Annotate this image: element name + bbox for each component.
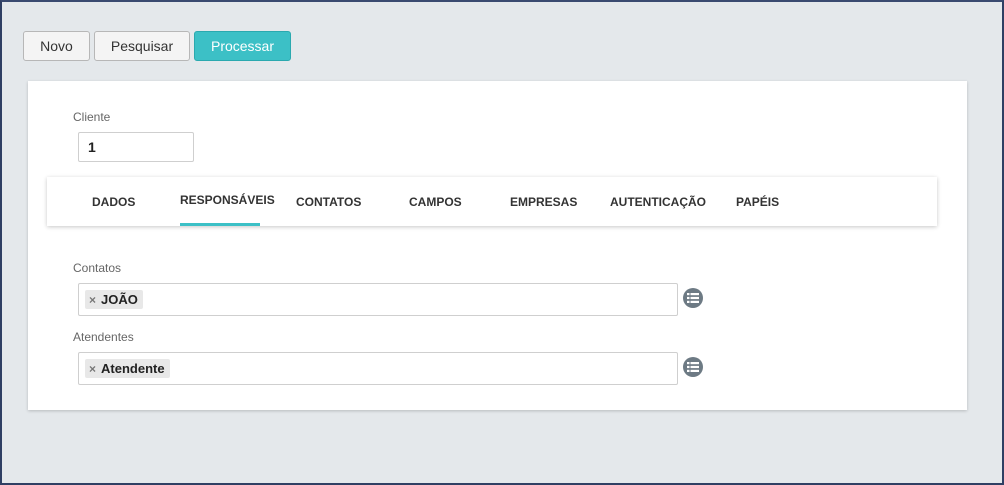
tab-dados[interactable]: DADOS: [92, 177, 135, 226]
cliente-label: Cliente: [73, 110, 111, 124]
tab-responsaveis[interactable]: RESPONSÁVEIS: [180, 177, 275, 226]
toolbar: Novo Pesquisar Processar: [23, 31, 291, 61]
tab-bar: DADOS RESPONSÁVEIS CONTATOS CAMPOS EMPRE…: [47, 177, 937, 226]
close-icon[interactable]: ×: [89, 362, 96, 376]
contatos-field[interactable]: × JOÃO: [78, 283, 678, 316]
processar-button[interactable]: Processar: [194, 31, 291, 61]
cliente-input[interactable]: 1: [78, 132, 194, 162]
list-icon: [687, 293, 699, 303]
list-icon: [687, 362, 699, 372]
contatos-label: Contatos: [73, 261, 122, 275]
novo-button[interactable]: Novo: [23, 31, 90, 61]
tab-empresas[interactable]: EMPRESAS: [510, 177, 577, 226]
tab-campos[interactable]: CAMPOS: [409, 177, 462, 226]
tab-contatos[interactable]: CONTATOS: [296, 177, 361, 226]
pesquisar-button[interactable]: Pesquisar: [94, 31, 190, 61]
contato-tag-label: JOÃO: [101, 292, 138, 307]
atendentes-field[interactable]: × Atendente: [78, 352, 678, 385]
form-card: Cliente 1 DADOS RESPONSÁVEIS CONTATOS CA…: [28, 81, 967, 410]
contato-tag: × JOÃO: [85, 290, 143, 309]
atendente-tag: × Atendente: [85, 359, 170, 378]
close-icon[interactable]: ×: [89, 293, 96, 307]
atendentes-label: Atendentes: [73, 330, 134, 344]
contatos-list-button[interactable]: [683, 288, 703, 308]
atendente-tag-label: Atendente: [101, 361, 165, 376]
tab-autenticacao[interactable]: AUTENTICAÇÃO: [610, 177, 706, 226]
tab-papeis[interactable]: PAPÉIS: [736, 177, 779, 226]
atendentes-list-button[interactable]: [683, 357, 703, 377]
